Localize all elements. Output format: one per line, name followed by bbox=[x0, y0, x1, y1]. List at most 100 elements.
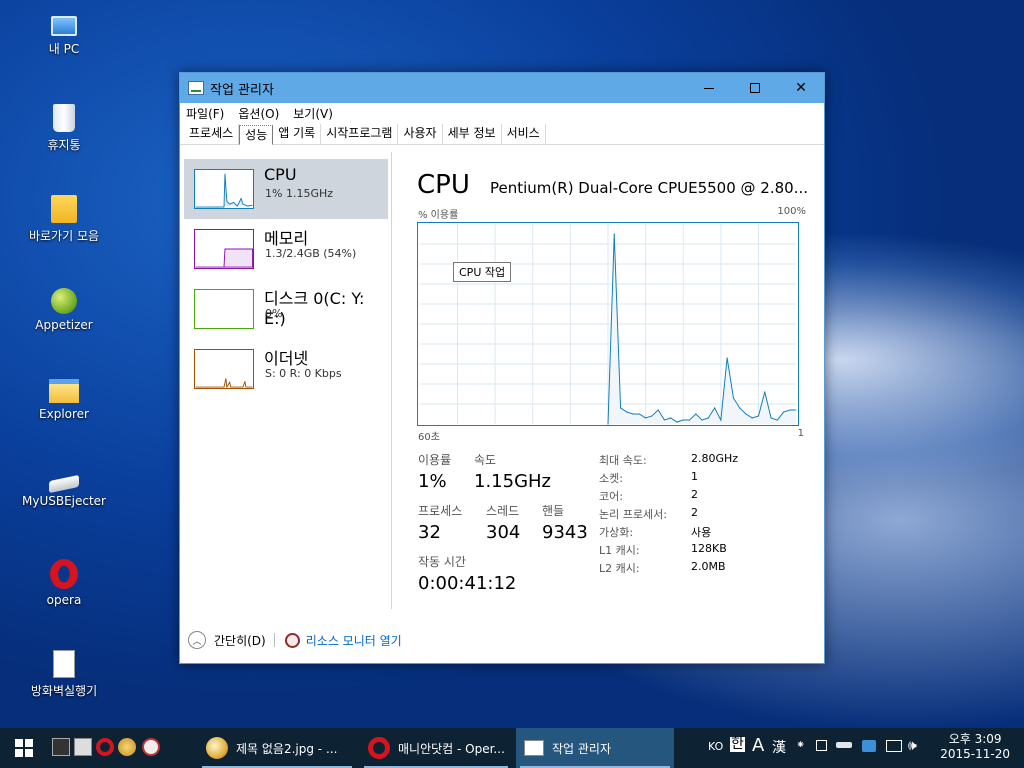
resource-item-cpu[interactable]: CPU 1% 1.15GHz bbox=[184, 159, 388, 219]
ime-hangul-indicator[interactable]: 한 bbox=[730, 737, 745, 752]
network-share-tray-icon[interactable] bbox=[862, 740, 876, 752]
gauge-quicklaunch-icon[interactable] bbox=[142, 738, 160, 756]
task-manager-icon bbox=[188, 81, 204, 95]
opera-quicklaunch-icon[interactable] bbox=[96, 738, 114, 756]
tab-details[interactable]: 세부 정보 bbox=[443, 124, 502, 144]
paint-icon bbox=[206, 737, 228, 759]
taskbar-button-paint[interactable]: 제목 없음2.jpg - ... bbox=[198, 728, 356, 768]
tab-app-history[interactable]: 앱 기록 bbox=[273, 124, 322, 144]
resource-item-disk[interactable]: 디스크 0(C: Y: E:) 0% bbox=[184, 279, 388, 339]
desktop-icon-firewall-runner[interactable]: 방화벽실행기 bbox=[14, 646, 114, 699]
detail-title: CPU bbox=[417, 170, 470, 200]
tab-users[interactable]: 사용자 bbox=[398, 124, 443, 144]
folder-icon bbox=[51, 195, 77, 223]
spec-label: 최대 속도: bbox=[599, 454, 647, 467]
resource-detail: 1.3/2.4GB (54%) bbox=[265, 247, 357, 260]
cpu-usage-point bbox=[745, 413, 747, 415]
desktop-icon-explorer[interactable]: Explorer bbox=[14, 373, 114, 421]
resource-item-ethernet[interactable]: 이더넷 S: 0 R: 0 Kbps bbox=[184, 339, 388, 399]
taskbar-button-label: 제목 없음2.jpg - ... bbox=[236, 741, 338, 756]
menu-file[interactable]: 파일(F) bbox=[186, 105, 224, 122]
chevron-up-icon[interactable]: ︿ bbox=[188, 631, 206, 649]
resource-monitor-link[interactable]: 리소스 모니터 열기 bbox=[306, 632, 402, 649]
threads-value: 304 bbox=[486, 522, 521, 543]
menu-bar: 파일(F) 옵션(O) 보기(V) bbox=[180, 103, 824, 123]
clock-date: 2015-11-20 bbox=[940, 747, 1010, 761]
desktop-icon-label: 휴지통 bbox=[47, 138, 81, 152]
desktop-icon-usb-ejecter[interactable]: MyUSBEjecter bbox=[14, 464, 114, 508]
menu-view[interactable]: 보기(V) bbox=[293, 105, 333, 122]
show-desktop-tray-icon[interactable] bbox=[816, 740, 827, 751]
cpu-usage-point bbox=[638, 413, 640, 415]
taskbar: 제목 없음2.jpg - ... 매니안닷컴 - Oper... 작업 관리자 … bbox=[0, 728, 1024, 768]
speed-value: 1.15GHz bbox=[474, 471, 552, 492]
desktop-icon-opera[interactable]: opera bbox=[14, 555, 114, 607]
desktop-icon-appetizer[interactable]: Appetizer bbox=[14, 282, 114, 332]
cpu-usage-point bbox=[682, 419, 684, 421]
spec-label: 소켓: bbox=[599, 472, 623, 485]
maximize-button[interactable] bbox=[732, 73, 778, 103]
cpu-usage-point bbox=[701, 419, 703, 421]
title-bar[interactable]: 작업 관리자 ✕ bbox=[180, 73, 824, 103]
resource-list: CPU 1% 1.15GHz 메모리 1.3/2.4GB (54%) 디스크 0… bbox=[184, 159, 388, 399]
threads-label: 스레드 bbox=[486, 504, 520, 518]
spec-value: 128KB bbox=[691, 542, 727, 555]
cpu-usage-point bbox=[770, 417, 772, 419]
tab-services[interactable]: 서비스 bbox=[502, 124, 546, 144]
disk-thumbnail-graph bbox=[194, 289, 254, 329]
cpu-usage-point bbox=[757, 415, 760, 417]
taskbar-button-label: 매니안닷컴 - Oper... bbox=[398, 741, 505, 756]
desktop-icon-label: 바로가기 모음 bbox=[28, 229, 100, 243]
opera-icon bbox=[50, 559, 78, 589]
network-tray-icon[interactable] bbox=[886, 740, 902, 752]
ethernet-thumbnail-graph bbox=[194, 349, 254, 389]
resource-item-memory[interactable]: 메모리 1.3/2.4GB (54%) bbox=[184, 219, 388, 279]
panel-divider[interactable] bbox=[391, 152, 392, 609]
paint-quicklaunch-icon[interactable] bbox=[118, 738, 136, 756]
cpu-usage-point bbox=[707, 417, 709, 419]
taskbar-button-opera[interactable]: 매니안닷컴 - Oper... bbox=[360, 728, 512, 768]
tab-performance[interactable]: 성능 bbox=[239, 125, 274, 145]
collapse-link[interactable]: 간단히(D) bbox=[214, 632, 266, 649]
resource-detail: 0% bbox=[265, 307, 283, 320]
taskbar-button-task-manager[interactable]: 작업 관리자 bbox=[516, 728, 674, 768]
uptime-value: 0:00:41:12 bbox=[418, 573, 517, 594]
cpu-usage-point bbox=[789, 409, 791, 411]
task-manager-icon bbox=[524, 740, 544, 756]
desktop-icon-label: Appetizer bbox=[35, 318, 93, 332]
menu-options[interactable]: 옵션(O) bbox=[238, 105, 279, 122]
desktop-icon-shortcuts[interactable]: 바로가기 모음 bbox=[14, 191, 114, 244]
close-button[interactable]: ✕ bbox=[778, 73, 824, 103]
cmd-icon[interactable] bbox=[52, 738, 70, 756]
resource-name: 메모리 bbox=[264, 229, 309, 248]
system-clock[interactable]: 오후 3:09 2015-11-20 bbox=[940, 732, 1010, 762]
desktop-icon-my-pc[interactable]: 내 PC bbox=[14, 8, 114, 57]
opera-icon bbox=[368, 737, 390, 759]
performance-panel: CPU 1% 1.15GHz 메모리 1.3/2.4GB (54%) 디스크 0… bbox=[180, 146, 824, 663]
footer-bar: ︿ 간단히(D) 리소스 모니터 열기 bbox=[188, 631, 402, 649]
graph-x-right-label: 1 bbox=[797, 428, 804, 439]
usb-tray-icon[interactable] bbox=[836, 742, 852, 748]
ime-hanja-indicator[interactable]: 漢 bbox=[772, 737, 786, 757]
spec-label: 논리 프로세서: bbox=[599, 508, 667, 521]
cpu-usage-point bbox=[670, 417, 672, 419]
desktop-icon-label: 방화벽실행기 bbox=[30, 684, 98, 698]
minimize-icon bbox=[704, 87, 714, 89]
usage-value: 1% bbox=[418, 471, 447, 492]
cpu-usage-point bbox=[657, 409, 659, 411]
desktop-icon-label: Explorer bbox=[39, 407, 89, 421]
start-button[interactable] bbox=[0, 728, 48, 768]
cpu-usage-point bbox=[651, 415, 653, 417]
batch-file-icon bbox=[53, 650, 75, 678]
window-list-icon[interactable] bbox=[74, 738, 92, 756]
ime-options-icon[interactable]: ⁕ bbox=[796, 738, 805, 751]
desktop-icon-recycle-bin[interactable]: 휴지통 bbox=[14, 100, 114, 153]
language-indicator[interactable]: KO bbox=[708, 740, 723, 753]
volume-icon[interactable]: 🕪 bbox=[908, 738, 917, 754]
resource-name: 이더넷 bbox=[264, 349, 309, 368]
minimize-button[interactable] bbox=[686, 73, 732, 103]
tab-startup[interactable]: 시작프로그램 bbox=[321, 124, 399, 144]
ime-alpha-indicator[interactable]: A bbox=[752, 735, 764, 756]
tab-processes[interactable]: 프로세스 bbox=[184, 124, 240, 144]
usage-label: 이용률 bbox=[418, 453, 452, 467]
